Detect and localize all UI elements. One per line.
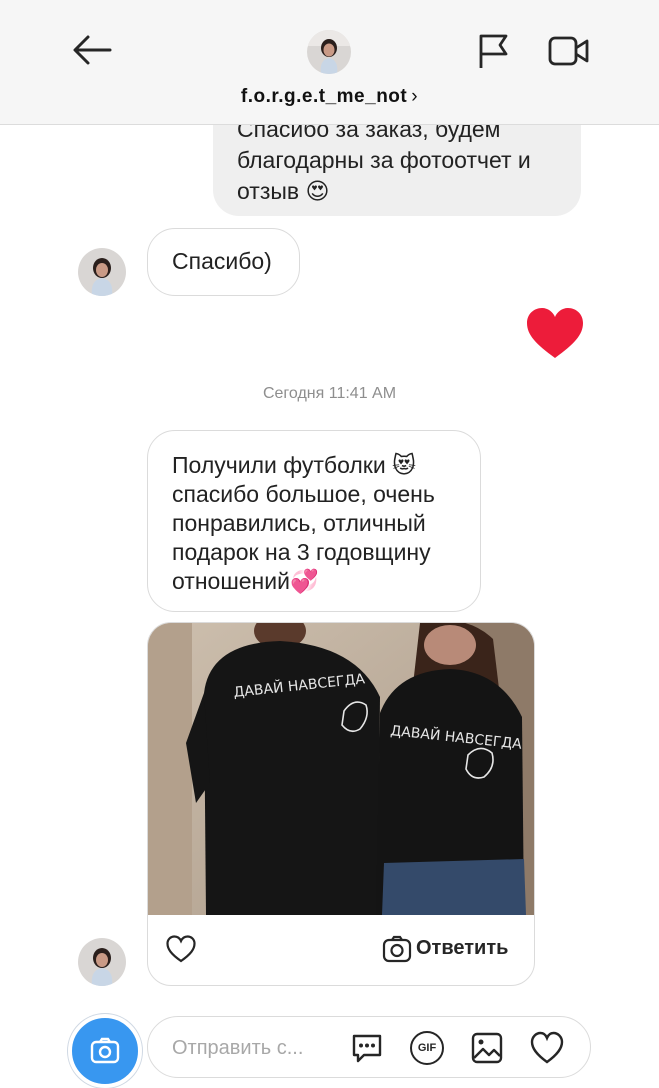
gif-icon[interactable]: GIF (410, 1031, 444, 1065)
message-input[interactable]: Отправить с... (172, 1037, 303, 1060)
chat-username[interactable]: f.o.r.g.e.t_me_not › (0, 86, 659, 108)
back-arrow-icon[interactable] (70, 30, 114, 70)
heart-eyes-emoji: 😍 (305, 178, 330, 204)
heart-outline-icon[interactable] (530, 1031, 564, 1065)
message-line: Получили футболки 😻 (172, 452, 417, 478)
header-avatar[interactable] (307, 30, 351, 74)
camera-icon[interactable] (382, 935, 412, 963)
message-line: подарок на 3 годовщину (172, 539, 431, 565)
camera-button[interactable] (68, 1014, 142, 1088)
heart-outline-icon[interactable] (166, 935, 196, 963)
message-line: благодарны за фотоотчет и (237, 147, 531, 173)
reply-button[interactable]: Ответить (416, 937, 508, 960)
chat-bubble-icon[interactable] (350, 1031, 384, 1065)
message-line: спасибо большое, очень (172, 481, 435, 507)
username-text: f.o.r.g.e.t_me_not (240, 86, 408, 107)
chat-header: f.o.r.g.e.t_me_not › (0, 0, 659, 125)
message-text: Спасибо) (172, 248, 272, 274)
video-camera-icon[interactable] (548, 34, 590, 68)
message-line: понравились, отличный (172, 510, 426, 536)
shared-photo-post[interactable]: ДАВАЙ НАВСЕГДА ДАВАЙ НАВСЕГДА Ответить (147, 622, 535, 986)
flag-icon[interactable] (476, 32, 512, 70)
received-message-bubble[interactable]: Спасибо) (147, 228, 300, 296)
message-line: отзыв (237, 178, 300, 204)
avatar[interactable] (78, 938, 126, 986)
received-message-bubble[interactable]: Получили футболки 😻 спасибо большое, оче… (147, 430, 481, 612)
post-photo[interactable]: ДАВАЙ НАВСЕГДА ДАВАЙ НАВСЕГДА (148, 623, 535, 915)
avatar[interactable] (78, 248, 126, 296)
chevron-right-icon: › (411, 86, 419, 107)
gallery-icon[interactable] (470, 1031, 504, 1065)
camera-icon (90, 1037, 120, 1064)
message-line: отношений💞 (172, 568, 319, 594)
heart-icon[interactable] (526, 308, 584, 360)
gif-label: GIF (417, 1042, 437, 1054)
message-composer[interactable]: Отправить с... GIF (147, 1016, 591, 1078)
timestamp: Сегодня 11:41 AM (262, 385, 397, 402)
